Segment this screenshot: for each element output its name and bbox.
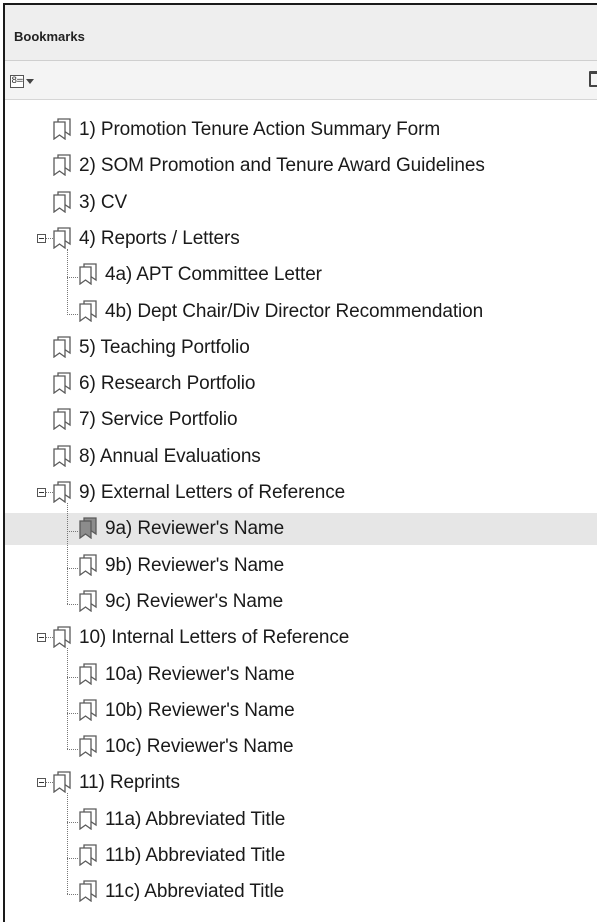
bookmark-icon [53,336,71,359]
bookmark-item[interactable]: 10) Internal Letters of Reference [5,622,597,654]
bookmark-label: 10) Internal Letters of Reference [79,627,350,649]
chevron-down-icon [26,78,34,84]
bookmark-label: 1) Promotion Tenure Action Summary Form [79,119,441,140]
tree-connector [67,793,68,895]
tree-connector [67,676,78,678]
collapse-toggle-icon[interactable] [37,778,46,788]
bookmark-label: 7) Service Portfolio [79,409,238,431]
bookmark-icon [79,662,97,685]
tree-connector [67,313,78,315]
bookmark-icon [79,299,97,322]
tree-connector [67,277,78,279]
bookmark-item[interactable]: 2) SOM Promotion and Tenure Award Guidel… [5,150,597,182]
panel-header: Bookmarks [5,5,597,61]
bookmark-item[interactable]: 4) Reports / Letters [5,223,597,255]
bookmark-item[interactable]: 7) Service Portfolio [5,404,597,436]
tree-connector [67,749,78,751]
delete-bookmark-icon[interactable] [589,71,597,87]
bookmark-label: 4a) APT Committee Letter [105,264,322,286]
tree-connector [67,248,68,314]
bookmark-label: 10c) Reviewer's Name [105,736,294,758]
bookmark-icon [53,118,71,141]
bookmark-label: 9a) Reviewer's Name [105,518,285,540]
bookmark-icon [53,771,71,794]
tree-connector [67,648,68,750]
bookmark-label: 5) Teaching Portfolio [79,336,250,358]
bookmarks-panel: Bookmarks 8= 1) Promotion Tenure Action … [3,3,597,922]
collapse-toggle-icon[interactable] [37,488,46,497]
bookmark-icon [53,227,71,250]
bookmark-label: 3) CV [79,191,128,213]
bookmark-child-item[interactable]: 10b) Reviewer's Name [5,695,597,727]
bookmark-icon [79,263,97,286]
tree-connector [67,567,78,569]
bookmark-child-item[interactable]: 9a) Reviewer's Name [5,513,597,546]
bookmark-label: 11b) Abbreviated Title [105,845,286,866]
bookmarks-toolbar: 8= [5,61,597,100]
bookmark-label: 8) Annual Evaluations [79,445,261,467]
tree-connector [67,603,78,605]
bookmark-item[interactable]: 11) Reprints [5,767,597,799]
bookmark-label: 4b) Dept Chair/Div Director Recommendati… [105,300,484,322]
bookmark-item[interactable]: 1) Promotion Tenure Action Summary Form [5,114,597,146]
collapse-toggle-icon[interactable] [37,233,46,243]
bookmark-icon [53,626,71,649]
bookmark-label: 10a) Reviewer's Name [105,663,295,685]
bookmark-icon [79,699,97,722]
bookmark-icon [79,553,97,576]
bookmark-label: 9c) Reviewer's Name [105,590,284,612]
bookmark-label: 6) Research Portfolio [79,373,256,395]
panel-title: Bookmarks [14,29,85,44]
bookmark-item[interactable]: 8) Annual Evaluations [5,441,597,473]
bookmark-child-item[interactable]: 11b) Abbreviated Title [5,840,597,872]
tree-connector [46,637,53,639]
bookmark-icon [79,880,97,903]
tree-connector [67,858,78,859]
bookmark-child-item[interactable]: 4a) APT Committee Letter [5,259,597,291]
bookmark-icon [79,517,97,540]
bookmark-item[interactable]: 3) CV [5,187,597,219]
bookmark-label: 4) Reports / Letters [79,227,240,249]
options-menu-icon: 8= [10,74,24,88]
tree-connector [67,894,78,896]
tree-connector [46,782,53,784]
bookmark-icon [53,408,71,431]
tree-connector [67,821,78,823]
bookmark-item[interactable]: 5) Teaching Portfolio [5,332,597,364]
bookmark-child-item[interactable]: 11a) Abbreviated Title [5,804,597,836]
bookmark-icon [53,190,71,213]
tree-connector [67,531,78,533]
collapse-toggle-icon[interactable] [37,633,46,643]
bookmark-icon [79,844,97,867]
bookmark-label: 10b) Reviewer's Name [105,699,295,721]
bookmark-child-item[interactable]: 10a) Reviewer's Name [5,659,597,691]
bookmark-child-item[interactable]: 9c) Reviewer's Name [5,586,597,618]
bookmark-label: 11a) Abbreviated Title [105,808,286,830]
bookmark-item[interactable]: 6) Research Portfolio [5,368,597,400]
bookmark-child-item[interactable]: 4b) Dept Chair/Div Director Recommendati… [5,296,597,328]
tree-connector [46,237,53,239]
tree-connector [67,503,68,604]
bookmark-label: 11) Reprints [79,772,180,794]
bookmark-item[interactable]: 9) External Letters of Reference [5,477,597,509]
bookmark-child-item[interactable]: 10c) Reviewer's Name [5,731,597,763]
bookmark-icon [79,590,97,613]
bookmark-label: 11c) Abbreviated Title [105,881,285,903]
bookmark-child-item[interactable]: 9b) Reviewer's Name [5,550,597,582]
bookmark-child-item[interactable]: 11c) Abbreviated Title [5,876,597,908]
options-menu-button[interactable]: 8= [10,73,40,89]
bookmark-icon [53,372,71,395]
bookmark-icon [53,154,71,177]
bookmark-icon [53,445,71,467]
bookmark-label: 2) SOM Promotion and Tenure Award Guidel… [79,155,485,177]
bookmark-icon [79,808,97,830]
bookmark-icon [53,481,71,504]
bookmark-label: 9) External Letters of Reference [79,482,346,503]
bookmark-label: 9b) Reviewer's Name [105,554,285,576]
bookmark-icon [79,735,97,758]
tree-connector [46,492,53,493]
tree-connector [67,712,78,714]
